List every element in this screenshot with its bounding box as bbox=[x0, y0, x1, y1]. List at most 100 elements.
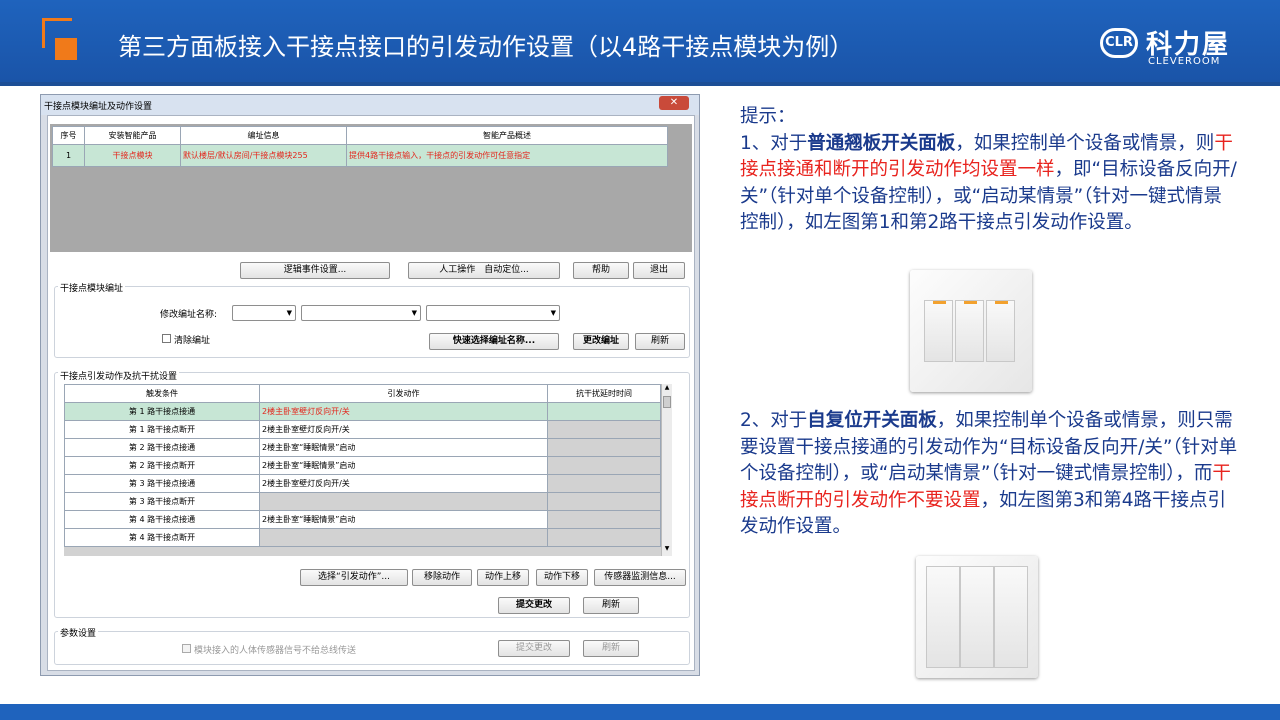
cell-description: 提供4路干接点输入，干接点的引发动作可任意指定 bbox=[346, 144, 668, 167]
action-cell: 2楼主卧室“睡眠情景”启动 bbox=[259, 510, 548, 529]
cell-address: 默认楼层/默认房间/干接点模块255 bbox=[180, 144, 347, 167]
rocker-key bbox=[986, 300, 1015, 362]
rocker-key bbox=[955, 300, 984, 362]
scroll-thumb[interactable] bbox=[663, 396, 671, 408]
table-row[interactable]: 第 4 路干接点接通 2楼主卧室“睡眠情景”启动 bbox=[64, 510, 661, 529]
trigger-cell: 第 2 路干接点接通 bbox=[64, 438, 260, 457]
delay-cell bbox=[547, 420, 661, 439]
col-header-trigger: 触发条件 bbox=[64, 384, 260, 403]
trigger-cell: 第 2 路干接点断开 bbox=[64, 456, 260, 475]
col-header-index: 序号 bbox=[52, 126, 85, 145]
delay-cell bbox=[547, 528, 661, 547]
tip-paragraph-2: 2、对于自复位开关面板，如果控制单个设备或情景，则只需要设置干接点接通的引发动作… bbox=[740, 408, 1240, 541]
action-cell: 2楼主卧室“睡眠情景”启动 bbox=[259, 438, 548, 457]
action-table: 触发条件 引发动作 抗干扰延时时间 第 1 路干接点接通 2楼主卧室壁灯反向开/… bbox=[64, 384, 661, 547]
clear-address-label: 清除编址 bbox=[174, 336, 211, 346]
sensor-signal-label: 模块接入的人体传感器信号不给总线传送 bbox=[194, 646, 357, 656]
address-name-label: 修改编址名称: bbox=[160, 310, 218, 320]
table-row[interactable]: 第 1 路干接点断开 2楼主卧室壁灯反向开/关 bbox=[64, 420, 661, 439]
chevron-down-icon: ▼ bbox=[550, 309, 556, 317]
submit-param-button[interactable]: 提交更改 bbox=[498, 640, 570, 657]
table-row[interactable]: 第 3 路干接点接通 2楼主卧室壁灯反向开/关 bbox=[64, 474, 661, 493]
room-select[interactable]: ▼ bbox=[301, 305, 421, 321]
scroll-up-icon[interactable]: ▲ bbox=[662, 384, 672, 395]
trigger-cell: 第 4 路干接点接通 bbox=[64, 510, 260, 529]
delay-cell bbox=[547, 510, 661, 529]
move-action-up-button[interactable]: 动作上移 bbox=[477, 569, 529, 586]
trigger-cell: 第 1 路干接点接通 bbox=[64, 402, 260, 421]
action-group-title: 干接点引发动作及抗干扰设置 bbox=[58, 369, 180, 382]
manual-locate-button[interactable]: 人工操作 自动定位... bbox=[408, 262, 560, 279]
col-header-address: 编址信息 bbox=[180, 126, 347, 145]
action-cell: 2楼主卧室壁灯反向开/关 bbox=[259, 474, 548, 493]
help-button[interactable]: 帮助 bbox=[573, 262, 629, 279]
close-icon[interactable]: ✕ bbox=[659, 96, 689, 110]
tip-text-1: 提示： 1、对于普通翘板开关面板，如果控制单个设备或情景，则干接点接通和断开的引… bbox=[740, 104, 1240, 237]
tip-heading: 提示： bbox=[740, 106, 796, 127]
col-header-product: 安装智能产品 bbox=[84, 126, 181, 145]
col-header-action: 引发动作 bbox=[259, 384, 548, 403]
refresh-address-button[interactable]: 刷新 bbox=[635, 333, 685, 350]
trigger-cell: 第 3 路干接点断开 bbox=[64, 492, 260, 511]
delay-cell bbox=[547, 474, 661, 493]
sensor-signal-checkbox[interactable] bbox=[182, 644, 191, 653]
trigger-cell: 第 3 路干接点接通 bbox=[64, 474, 260, 493]
device-select[interactable]: ▼ bbox=[426, 305, 560, 321]
table-row[interactable]: 第 2 路干接点断开 2楼主卧室“睡眠情景”启动 bbox=[64, 456, 661, 475]
trigger-cell: 第 1 路干接点断开 bbox=[64, 420, 260, 439]
quick-select-name-button[interactable]: 快速选择编址名称... bbox=[429, 333, 559, 350]
rocker-key bbox=[960, 566, 994, 668]
table-row[interactable]: 1 干接点模块 默认楼层/默认房间/干接点模块255 提供4路干接点输入，干接点… bbox=[52, 144, 668, 167]
action-table-wrap: 触发条件 引发动作 抗干扰延时时间 第 1 路干接点接通 2楼主卧室壁灯反向开/… bbox=[64, 384, 672, 556]
sensor-info-button[interactable]: 传感器监测信息... bbox=[594, 569, 686, 586]
delay-cell bbox=[547, 456, 661, 475]
param-group-title: 参数设置 bbox=[58, 626, 99, 639]
reset-switch-photo bbox=[916, 556, 1038, 678]
footer-bar bbox=[0, 704, 1280, 720]
action-cell: 2楼主卧室“睡眠情景”启动 bbox=[259, 456, 548, 475]
tip-1-prefix: 1、对于 bbox=[740, 132, 808, 154]
remove-action-button[interactable]: 移除动作 bbox=[412, 569, 472, 586]
indicator-led bbox=[964, 301, 977, 304]
chevron-down-icon: ▼ bbox=[411, 309, 417, 317]
action-cell bbox=[259, 492, 548, 511]
rocker-switch-photo bbox=[910, 270, 1032, 392]
refresh-param-button[interactable]: 刷新 bbox=[583, 640, 639, 657]
floor-select[interactable]: ▼ bbox=[232, 305, 296, 321]
delay-cell bbox=[547, 438, 661, 457]
brand-name-en: CLEVEROOM bbox=[1148, 56, 1221, 67]
slide-title: 第三方面板接入干接点接口的引发动作设置（以4路干接点模块为例） bbox=[118, 33, 854, 61]
exit-button[interactable]: 退出 bbox=[633, 262, 685, 279]
action-cell bbox=[259, 528, 548, 547]
table-row[interactable]: 第 1 路干接点接通 2楼主卧室壁灯反向开/关 bbox=[64, 402, 661, 421]
move-action-down-button[interactable]: 动作下移 bbox=[536, 569, 588, 586]
scroll-down-icon[interactable]: ▼ bbox=[662, 545, 672, 556]
rocker-key bbox=[994, 566, 1028, 668]
dialog-window: 干接点模块编址及动作设置 ✕ 序号 安装智能产品 编址信息 智能产品概述 1 干… bbox=[40, 94, 700, 676]
indicator-led bbox=[995, 301, 1008, 304]
logo-square-icon bbox=[55, 38, 77, 60]
logic-event-button[interactable]: 逻辑事件设置... bbox=[240, 262, 390, 279]
table-row[interactable]: 第 2 路干接点接通 2楼主卧室“睡眠情景”启动 bbox=[64, 438, 661, 457]
address-group-title: 干接点模块编址 bbox=[58, 281, 126, 294]
vertical-scrollbar[interactable]: ▲ ▼ bbox=[661, 384, 672, 556]
tip-2-keyword: 自复位开关面板 bbox=[807, 410, 937, 431]
table-row[interactable]: 第 3 路干接点断开 bbox=[64, 492, 661, 511]
refresh-action-button[interactable]: 刷新 bbox=[583, 597, 639, 614]
change-address-button[interactable]: 更改编址 bbox=[573, 333, 629, 350]
select-action-button[interactable]: 选择“引发动作”... bbox=[300, 569, 408, 586]
dialog-body: 序号 安装智能产品 编址信息 智能产品概述 1 干接点模块 默认楼层/默认房间/… bbox=[47, 115, 695, 671]
clear-address-checkbox[interactable] bbox=[162, 334, 171, 343]
dialog-title: 干接点模块编址及动作设置 bbox=[41, 95, 699, 115]
tip-1-keyword: 普通翘板开关面板 bbox=[807, 132, 956, 154]
chevron-down-icon: ▼ bbox=[286, 309, 292, 317]
action-cell: 2楼主卧室壁灯反向开/关 bbox=[259, 402, 548, 421]
col-header-delay: 抗干扰延时时间 bbox=[547, 384, 661, 403]
table-row[interactable]: 第 4 路干接点断开 bbox=[64, 528, 661, 547]
brand-badge: CLR bbox=[1100, 28, 1138, 58]
slide: 第三方面板接入干接点接口的引发动作设置（以4路干接点模块为例） CLR 科力屋 … bbox=[0, 0, 1280, 720]
col-header-description: 智能产品概述 bbox=[346, 126, 668, 145]
submit-action-button[interactable]: 提交更改 bbox=[498, 597, 570, 614]
tip-paragraph-1: 1、对于普通翘板开关面板，如果控制单个设备或情景，则干接点接通和断开的引发动作均… bbox=[740, 131, 1240, 237]
indicator-led bbox=[933, 301, 946, 304]
